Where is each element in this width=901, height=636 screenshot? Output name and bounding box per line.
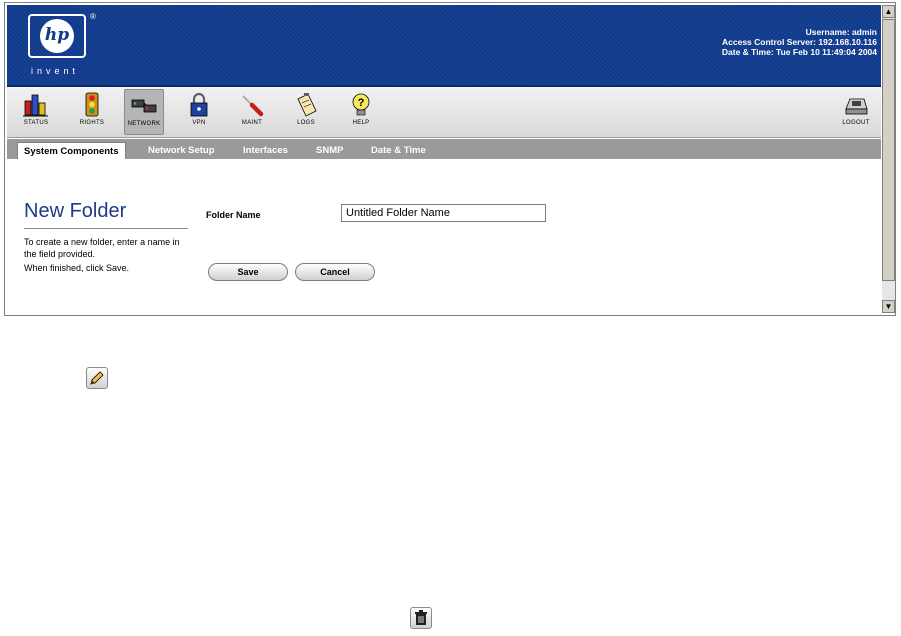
toolbar-maint[interactable]: MAINT [233, 89, 271, 133]
browser-frame: hp ® invent Username: admin Access Contr… [4, 2, 896, 316]
traffic-light-icon [85, 92, 99, 117]
trash-icon [415, 610, 427, 625]
tagline: invent [31, 66, 80, 76]
save-button[interactable]: Save [208, 263, 288, 281]
tab-network-setup[interactable]: Network Setup [148, 142, 215, 159]
instructions-line-2: When finished, click Save. [24, 263, 130, 273]
status-chart-icon [23, 94, 48, 117]
toolbar-network[interactable]: NETWORK [124, 89, 164, 135]
header-banner: hp ® invent Username: admin Access Contr… [7, 5, 881, 87]
scroll-thumb[interactable] [882, 19, 895, 281]
clipboard-icon [297, 93, 317, 117]
toolbar-status[interactable]: STATUS [17, 89, 55, 133]
instructions: To create a new folder, enter a name in … [24, 236, 194, 276]
edit-button[interactable] [86, 367, 108, 389]
toolbar-logout[interactable]: LOGOUT [837, 89, 875, 133]
datetime-line: Date & Time: Tue Feb 10 11:49:04 2004 [721, 47, 877, 57]
main-toolbar: STATUS RIGHTS NETWORK VPN MAINT LOGS ? H… [7, 87, 881, 138]
logout-terminal-icon [845, 98, 868, 115]
hp-logo: hp ® [28, 12, 96, 62]
svg-text:?: ? [358, 97, 365, 109]
tab-system-components[interactable]: System Components [17, 142, 126, 159]
session-info: Username: admin Access Control Server: 1… [722, 27, 877, 57]
scroll-up-button[interactable]: ▲ [882, 5, 895, 18]
toolbar-logs[interactable]: LOGS [287, 89, 325, 133]
content-area: New Folder To create a new folder, enter… [7, 160, 881, 312]
scroll-down-button[interactable]: ▼ [882, 300, 895, 313]
toolbar-rights[interactable]: RIGHTS [73, 89, 111, 133]
toolbar-vpn[interactable]: VPN [180, 89, 218, 133]
toolbar-help[interactable]: ? HELP [342, 89, 380, 133]
instructions-line-1: To create a new folder, enter a name in … [24, 237, 180, 259]
cancel-button[interactable]: Cancel [295, 263, 375, 281]
page-title: New Folder [24, 200, 127, 222]
title-divider [24, 228, 188, 229]
folder-name-input[interactable] [341, 204, 546, 222]
server-line: Access Control Server: 192.168.10.116 [722, 37, 877, 47]
screwdriver-icon [242, 95, 264, 117]
network-icon [131, 99, 157, 113]
help-bulb-icon: ? [352, 93, 370, 116]
tab-interfaces[interactable]: Interfaces [243, 142, 288, 159]
tab-date-time[interactable]: Date & Time [371, 142, 426, 159]
vertical-scrollbar[interactable]: ▲ ▼ [882, 5, 895, 313]
tab-bar: System Components Network Setup Interfac… [7, 139, 881, 159]
delete-button[interactable] [410, 607, 432, 629]
padlock-icon [190, 92, 208, 117]
tab-snmp[interactable]: SNMP [316, 142, 343, 159]
folder-name-label: Folder Name [206, 210, 261, 220]
pencil-icon [90, 371, 104, 385]
username-line: Username: admin [805, 27, 877, 37]
